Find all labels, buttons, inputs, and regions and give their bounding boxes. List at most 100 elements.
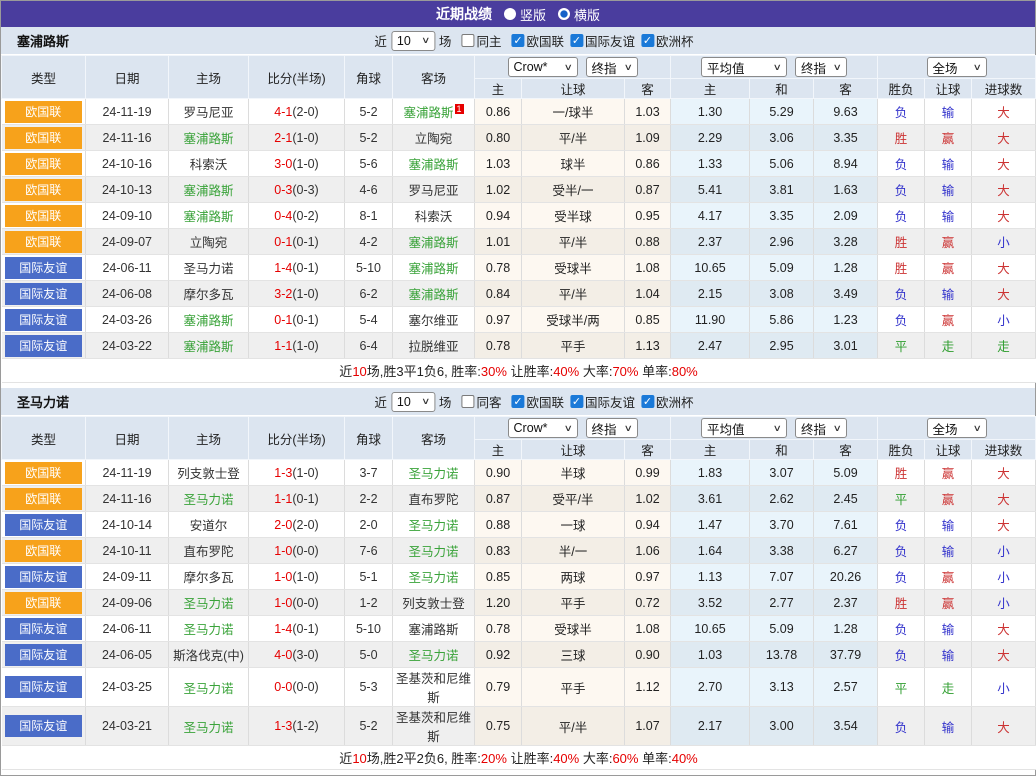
period-select[interactable]: 全场 ∨: [926, 418, 987, 438]
result-winloss: 胜: [877, 254, 926, 281]
result-goals: 小: [971, 667, 1036, 707]
layout-radio-horizontal[interactable]: 横版: [558, 5, 600, 24]
league-filter[interactable]: ✓ 欧洲杯: [640, 31, 694, 50]
games-label: 场: [438, 35, 452, 49]
average-select[interactable]: 平均值 ∨: [701, 57, 788, 77]
period-select-value: 全场: [932, 422, 958, 437]
league-type-cell: 欧国联: [1, 202, 86, 229]
table-row: 国际友谊 24-06-11 圣马力诺 1-4(0-1) 5-10 塞浦路斯 0.…: [1, 615, 1036, 642]
league-badge: 国际友谊: [4, 308, 82, 331]
table-row: 欧国联 24-11-16 圣马力诺 1-1(0-1) 2-2 直布罗陀 0.87…: [1, 485, 1036, 512]
checkbox-checked-icon[interactable]: ✓: [569, 34, 583, 47]
away-team: 塞浦路斯: [392, 280, 475, 307]
table-row: 国际友谊 24-03-21 圣马力诺 1-3(1-2) 5-2 圣基茨和尼维斯 …: [1, 706, 1036, 746]
table-row: 国际友谊 24-06-11 圣马力诺 1-4(0-1) 5-10 塞浦路斯 0.…: [1, 254, 1036, 281]
match-date: 24-06-11: [85, 254, 169, 281]
table-row: 国际友谊 24-06-08 摩尔多瓦 3-2(1-0) 6-2 塞浦路斯 0.8…: [1, 280, 1036, 307]
corner-score: 4-6: [344, 176, 393, 203]
handicap: 平/半: [521, 124, 625, 151]
result-winloss: 负: [877, 563, 926, 590]
fulltime-score: 0-4: [274, 208, 293, 223]
league-filter[interactable]: ✓ 国际友谊: [569, 392, 635, 411]
away-team-name: 塞浦路斯: [408, 262, 459, 276]
avg-draw-odds: 3.13: [749, 667, 815, 707]
away-team: 圣马力诺: [392, 537, 475, 564]
avg-away-odds: 2.57: [813, 667, 879, 707]
period-select[interactable]: 全场 ∨: [926, 57, 987, 77]
summary-segment: 近: [339, 364, 353, 379]
league-type-cell: 国际友谊: [1, 706, 86, 746]
league-filter[interactable]: ✓ 欧国联: [511, 392, 564, 411]
corner-score: 5-10: [344, 615, 393, 642]
average-select[interactable]: 平均值 ∨: [701, 418, 788, 438]
corner-score: 5-2: [344, 124, 393, 151]
avg-home-odds: 10.65: [670, 254, 751, 281]
col-header-avg-away: 客: [813, 439, 879, 460]
league-type-cell: 欧国联: [1, 459, 86, 486]
fulltime-score: 1-4: [274, 260, 293, 275]
league-filter[interactable]: ✓ 国际友谊: [569, 31, 635, 50]
result-handicap: 赢: [924, 459, 973, 486]
same-side-filter[interactable]: 同客: [461, 392, 501, 411]
league-filter[interactable]: ✓ 欧国联: [511, 31, 564, 50]
col-header-avg-home: 主: [670, 78, 751, 99]
summary-segment: 40%: [553, 364, 580, 379]
halftime-score: (1-0): [292, 569, 319, 584]
corner-score: 4-2: [344, 228, 393, 255]
checkbox-checked-icon[interactable]: ✓: [640, 395, 654, 408]
avg-away-odds: 1.28: [813, 615, 879, 642]
away-team-name: 列支敦士登: [402, 597, 465, 611]
away-team-name: 圣基茨和尼维斯: [395, 672, 471, 705]
match-date: 24-10-16: [85, 150, 169, 177]
away-team-name: 塞浦路斯: [403, 106, 454, 120]
page-title: 近期战绩: [435, 6, 492, 22]
result-winloss: 负: [877, 306, 926, 333]
checkbox-unchecked-icon[interactable]: [461, 395, 475, 408]
fulltime-score: 1-1: [274, 338, 293, 353]
corner-score: 5-10: [344, 254, 393, 281]
avg-stage-select[interactable]: 终指 ∨: [795, 418, 848, 438]
bookmaker-select[interactable]: Crow* ∨: [507, 418, 578, 438]
count-badge: 1: [454, 103, 464, 114]
odds-away: 1.12: [624, 667, 672, 707]
checkbox-checked-icon[interactable]: ✓: [569, 395, 583, 408]
odds-away: 0.99: [624, 459, 672, 486]
summary-row: 近10场,胜2平2负6, 胜率:20% 让胜率:40% 大率:60% 单率:40…: [1, 745, 1036, 770]
result-handicap: 赢: [924, 228, 973, 255]
checkbox-checked-icon[interactable]: ✓: [511, 395, 525, 408]
radio-checked-icon[interactable]: [558, 8, 570, 20]
result-winloss: 胜: [877, 124, 926, 151]
summary-segment: 让胜率:: [506, 364, 554, 379]
checkbox-checked-icon[interactable]: ✓: [511, 34, 525, 47]
summary-segment: 让胜率:: [506, 751, 554, 766]
away-team-name: 圣马力诺: [408, 519, 459, 533]
league-filter[interactable]: ✓ 欧洲杯: [640, 392, 694, 411]
odds-stage-select[interactable]: 终指 ∨: [585, 57, 638, 77]
away-team-name: 拉脱维亚: [408, 340, 459, 354]
same-side-label: 同主: [476, 35, 502, 49]
avg-stage-select[interactable]: 终指 ∨: [795, 57, 848, 77]
home-team: 圣马力诺: [168, 615, 249, 642]
radio-unchecked-icon[interactable]: [503, 8, 516, 20]
away-team-name: 立陶宛: [414, 132, 453, 146]
away-team-name: 塞尔维亚: [408, 314, 459, 328]
layout-radio-vertical[interactable]: 竖版: [503, 5, 546, 24]
average-select-value: 平均值: [707, 422, 745, 437]
odds-stage-select[interactable]: 终指 ∨: [585, 418, 638, 438]
filter-group: 近 10 ∨ 场 同客 ✓ 欧国联 ✓ 国际友谊 ✓ 欧洲杯: [374, 391, 694, 412]
match-count-select[interactable]: 10 ∨: [390, 30, 435, 51]
checkbox-checked-icon[interactable]: ✓: [640, 34, 654, 47]
same-side-filter[interactable]: 同主: [461, 31, 501, 50]
match-count-select[interactable]: 10 ∨: [390, 391, 435, 412]
summary-segment: 场,胜3平1负6, 胜率:: [366, 364, 481, 379]
checkbox-unchecked-icon[interactable]: [461, 34, 475, 47]
col-header-goals: 进球数: [971, 439, 1036, 460]
result-winloss: 负: [877, 150, 926, 177]
bookmaker-select[interactable]: Crow* ∨: [507, 57, 578, 77]
result-group-header: 全场 ∨: [877, 55, 1036, 79]
table-row: 国际友谊 24-03-25 圣马力诺 0-0(0-0) 5-3 圣基茨和尼维斯 …: [1, 667, 1036, 707]
fulltime-score: 1-0: [274, 569, 293, 584]
fulltime-score: 1-3: [274, 719, 293, 733]
table-row: 欧国联 24-10-11 直布罗陀 1-0(0-0) 7-6 圣马力诺 0.83…: [1, 537, 1036, 564]
score: 1-3(1-2): [248, 706, 345, 746]
